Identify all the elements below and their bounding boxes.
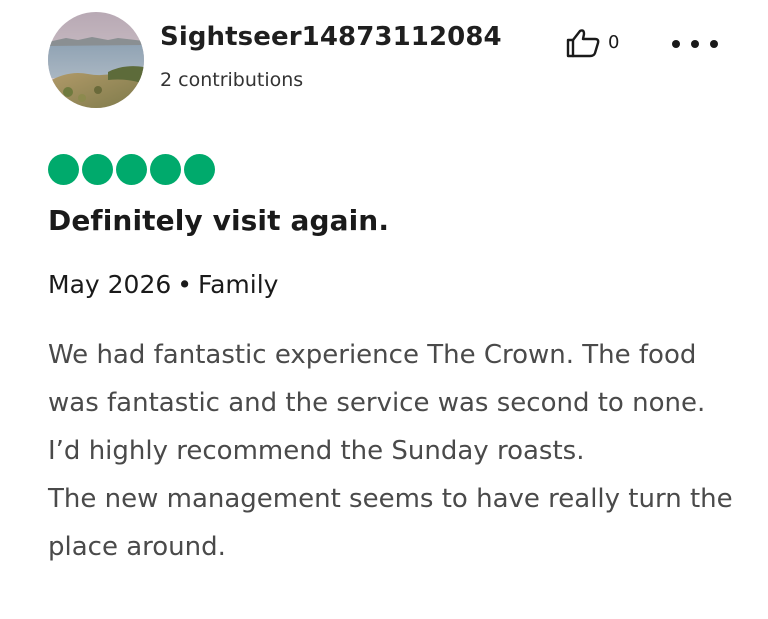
more-options-icon[interactable] xyxy=(672,30,718,58)
contributions-count: 2 contributions xyxy=(160,69,304,91)
review-body: We had fantastic experience The Crown. T… xyxy=(48,331,738,571)
helpful-vote-button[interactable]: 0 xyxy=(565,28,619,58)
avatar-image xyxy=(48,12,144,108)
review-card: Sightseer14873112084 2 contributions 0 D… xyxy=(0,0,768,619)
visit-date: May 2026 xyxy=(48,270,172,299)
review-paragraph: The new management seems to have really … xyxy=(48,484,733,562)
review-title: Definitely visit again. xyxy=(48,204,390,237)
helpful-count: 0 xyxy=(608,32,620,53)
review-paragraph: We had fantastic experience The Crown. T… xyxy=(48,340,706,466)
rating-bubble xyxy=(48,154,79,185)
thumbs-up-icon xyxy=(565,28,601,58)
avatar[interactable] xyxy=(48,12,144,108)
rating-bubble xyxy=(82,154,113,185)
username-link[interactable]: Sightseer14873112084 xyxy=(160,22,502,52)
rating-bubbles xyxy=(48,154,215,185)
review-meta: May 2026 • Family xyxy=(48,270,278,299)
rating-bubble xyxy=(184,154,215,185)
rating-bubble xyxy=(150,154,181,185)
rating-bubble xyxy=(116,154,147,185)
trip-type: Family xyxy=(198,270,279,299)
more-dot xyxy=(672,40,680,48)
more-dot xyxy=(691,40,699,48)
meta-separator: • xyxy=(177,270,193,299)
more-dot xyxy=(710,40,718,48)
